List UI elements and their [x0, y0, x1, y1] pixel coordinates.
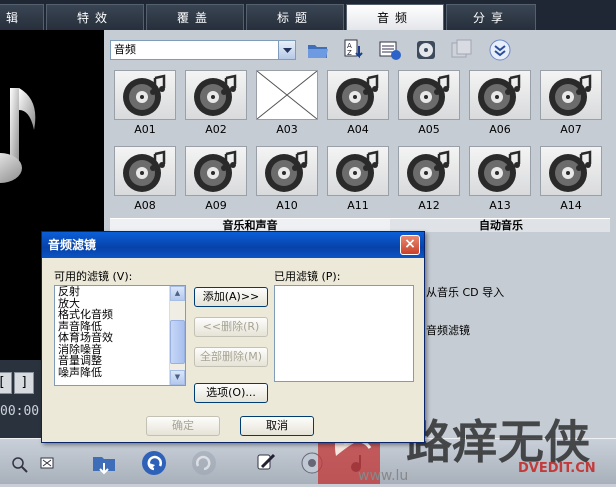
open-folder-icon[interactable]	[306, 38, 330, 62]
audio-disc-icon	[327, 146, 389, 196]
audio-disc-icon	[114, 70, 176, 120]
mark-out-button[interactable]: ]	[14, 372, 34, 394]
timecode-display[interactable]: 00:00	[0, 404, 39, 419]
missing-thumbnail-icon	[256, 70, 318, 120]
expand-options-icon[interactable]	[488, 38, 512, 62]
svg-text:Z: Z	[347, 49, 352, 57]
scroll-down-icon[interactable]: ▼	[170, 370, 185, 385]
filter-list-item[interactable]: 体育场音效	[55, 332, 185, 344]
clip-label: A09	[205, 199, 227, 212]
audio-clip[interactable]: A08	[114, 146, 176, 213]
audio-clip[interactable]: A03	[256, 70, 318, 137]
tab-edit[interactable]: 辑	[0, 4, 44, 30]
view-list-icon[interactable]	[378, 38, 402, 62]
chevron-down-icon[interactable]	[278, 41, 295, 59]
filter-options-button[interactable]: 选项(O)...	[194, 383, 268, 403]
import-from-cd-label[interactable]: 从音乐 CD 导入	[426, 284, 504, 300]
audio-disc-icon	[327, 70, 389, 120]
audio-disc-icon	[185, 146, 247, 196]
audio-clip[interactable]: A09	[185, 146, 247, 213]
audio-clip[interactable]: A11	[327, 146, 389, 213]
clip-label: A02	[205, 123, 227, 136]
audio-disc-icon	[256, 146, 318, 196]
audio-disc-icon	[398, 146, 460, 196]
audio-disc-icon	[469, 70, 531, 120]
redo-icon[interactable]	[190, 449, 218, 477]
insert-media-icon[interactable]	[90, 449, 118, 477]
record-voice-icon[interactable]	[252, 449, 280, 477]
audio-disc-icon	[469, 146, 531, 196]
clip-label: A14	[560, 199, 582, 212]
used-filters-label: 已用滤镜 (P):	[274, 270, 341, 283]
mark-in-button[interactable]: [	[0, 372, 12, 394]
clip-label: A10	[276, 199, 298, 212]
library-category-dropdown[interactable]: 音频	[110, 40, 296, 60]
scroll-thumb[interactable]	[170, 320, 185, 364]
close-icon[interactable]: ×	[400, 235, 420, 255]
audio-clip[interactable]: A12	[398, 146, 460, 213]
audio-clip[interactable]: A02	[185, 70, 247, 137]
clip-label: A06	[489, 123, 511, 136]
audio-disc-icon	[114, 146, 176, 196]
step-tab-bar: 辑 特效 覆盖 标题 音频 分享	[0, 0, 616, 30]
undo-icon[interactable]	[140, 449, 168, 477]
audio-clip[interactable]: A14	[540, 146, 602, 213]
clip-label: A08	[134, 199, 156, 212]
clip-label: A07	[560, 123, 582, 136]
clip-label: A01	[134, 123, 156, 136]
audio-clip[interactable]: A01	[114, 70, 176, 137]
scroll-up-icon[interactable]: ▲	[170, 286, 185, 301]
filter-list-item[interactable]: 噪声降低	[55, 366, 185, 379]
audio-clip[interactable]: A07	[540, 70, 602, 137]
clip-label: A04	[347, 123, 369, 136]
remove-all-filters-button[interactable]: 全部删除(M)	[194, 347, 268, 367]
filter-list-item[interactable]: 反射	[55, 286, 185, 298]
fit-project-icon[interactable]	[38, 449, 56, 477]
tab-title[interactable]: 标题	[246, 4, 344, 30]
audio-disc-icon	[185, 70, 247, 120]
tab-share[interactable]: 分享	[446, 4, 536, 30]
clip-label: A03	[276, 123, 298, 136]
filter-list-item[interactable]: 音量调整	[55, 355, 185, 367]
audio-clip[interactable]: A04	[327, 70, 389, 137]
audio-disc-icon	[540, 146, 602, 196]
audio-clip[interactable]: A05	[398, 70, 460, 137]
audio-filter-dialog: 音频滤镜 × 可用的滤镜 (V): 反射 放大 格式化音频 声音降低 体育场音效 消除噪音…	[41, 231, 425, 443]
cd-import-icon[interactable]	[414, 38, 438, 62]
tab-audio[interactable]: 音频	[346, 4, 444, 30]
available-filters-label: 可用的滤镜 (V):	[54, 270, 133, 283]
clip-label: A05	[418, 123, 440, 136]
used-filters-list[interactable]	[274, 285, 414, 382]
clip-label: A12	[418, 199, 440, 212]
bottom-toolbar	[0, 438, 616, 484]
audio-filter-label[interactable]: 音频滤镜	[426, 322, 470, 338]
audio-disc-icon	[398, 70, 460, 120]
available-filters-items: 反射 放大 格式化音频 声音降低 体育场音效 消除噪音 音量调整 噪声降低	[55, 286, 185, 378]
audio-settings-icon[interactable]	[344, 449, 372, 477]
available-filters-list[interactable]: 反射 放大 格式化音频 声音降低 体育场音效 消除噪音 音量调整 噪声降低 ▲ ▼	[54, 285, 186, 386]
tab-overlay[interactable]: 覆盖	[146, 4, 244, 30]
clip-label: A11	[347, 199, 369, 212]
filters-scrollbar[interactable]: ▲ ▼	[169, 286, 185, 385]
dialog-title-bar[interactable]: 音频滤镜 ×	[42, 232, 424, 258]
add-filter-button[interactable]: 添加(A)>>	[194, 287, 268, 307]
library-manager-icon[interactable]	[450, 38, 474, 62]
options-tab-bar: 音乐和声音 自动音乐	[110, 218, 610, 233]
sort-icon[interactable]: AZ	[342, 38, 366, 62]
mix-icon[interactable]	[298, 449, 326, 477]
remove-filter-button[interactable]: <<删除(R)	[194, 317, 268, 337]
audio-clip[interactable]: A06	[469, 70, 531, 137]
audio-disc-icon	[540, 70, 602, 120]
audio-clip[interactable]: A13	[469, 146, 531, 213]
cancel-button[interactable]: 取消	[240, 416, 314, 436]
tab-effects[interactable]: 特效	[46, 4, 144, 30]
clip-label: A13	[489, 199, 511, 212]
zoom-in-icon[interactable]	[10, 449, 30, 477]
dialog-title: 音频滤镜	[48, 238, 97, 252]
audio-clip[interactable]: A10	[256, 146, 318, 213]
filter-list-item[interactable]: 格式化音频	[55, 309, 185, 321]
ok-button[interactable]: 确定	[146, 416, 220, 436]
